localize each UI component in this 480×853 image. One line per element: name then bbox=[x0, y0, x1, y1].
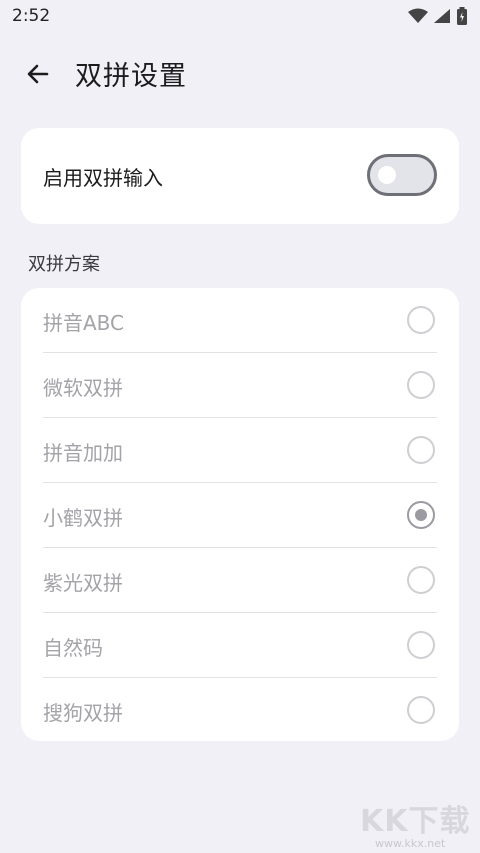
signal-icon bbox=[434, 9, 450, 23]
scheme-radio[interactable] bbox=[407, 306, 435, 334]
battery-icon bbox=[457, 7, 467, 25]
scheme-options-card: 拼音ABC 微软双拼 拼音加加 小鹤双拼 紫光双拼 自然码 搜狗双拼 bbox=[21, 288, 459, 741]
scheme-option[interactable]: 拼音ABC bbox=[21, 288, 459, 353]
scheme-option[interactable]: 微软双拼 bbox=[21, 353, 459, 418]
back-button[interactable] bbox=[20, 56, 56, 92]
section-header-scheme: 双拼方案 bbox=[28, 254, 100, 275]
scheme-option[interactable]: 小鹤双拼 bbox=[21, 483, 459, 548]
scheme-option-label: 紫光双拼 bbox=[43, 571, 123, 595]
scheme-option-label: 微软双拼 bbox=[43, 376, 123, 400]
enable-shuangpin-label: 启用双拼输入 bbox=[43, 166, 163, 190]
watermark-url: www.kkx.net bbox=[375, 837, 446, 850]
status-time: 2:52 bbox=[12, 6, 51, 26]
enable-shuangpin-switch[interactable] bbox=[367, 154, 437, 196]
scheme-option-label: 搜狗双拼 bbox=[43, 701, 123, 725]
enable-shuangpin-card: 启用双拼输入 bbox=[21, 128, 459, 224]
scheme-option-label: 拼音ABC bbox=[43, 311, 125, 335]
scheme-option-label: 拼音加加 bbox=[43, 441, 123, 465]
radio-dot bbox=[415, 509, 427, 521]
page-title: 双拼设置 bbox=[75, 61, 187, 92]
scheme-option-label: 小鹤双拼 bbox=[43, 506, 123, 530]
status-icons bbox=[408, 7, 468, 25]
scheme-option-label: 自然码 bbox=[43, 636, 103, 660]
scheme-option[interactable]: 自然码 bbox=[21, 613, 459, 678]
scheme-radio[interactable] bbox=[407, 696, 435, 724]
app-bar: 双拼设置 bbox=[0, 40, 480, 108]
scheme-radio[interactable] bbox=[407, 631, 435, 659]
scheme-option[interactable]: 拼音加加 bbox=[21, 418, 459, 483]
scheme-radio[interactable] bbox=[407, 436, 435, 464]
switch-knob bbox=[378, 166, 396, 184]
scheme-radio-selected[interactable] bbox=[407, 501, 435, 529]
watermark-logo: KK下载 bbox=[360, 804, 471, 839]
status-bar: 2:52 bbox=[0, 0, 480, 32]
scheme-radio[interactable] bbox=[407, 371, 435, 399]
wifi-icon bbox=[408, 8, 428, 23]
scheme-radio[interactable] bbox=[407, 566, 435, 594]
scheme-option[interactable]: 搜狗双拼 bbox=[21, 678, 459, 743]
scheme-option[interactable]: 紫光双拼 bbox=[21, 548, 459, 613]
enable-shuangpin-row[interactable]: 启用双拼输入 bbox=[21, 128, 459, 224]
arrow-left-icon bbox=[27, 64, 49, 84]
